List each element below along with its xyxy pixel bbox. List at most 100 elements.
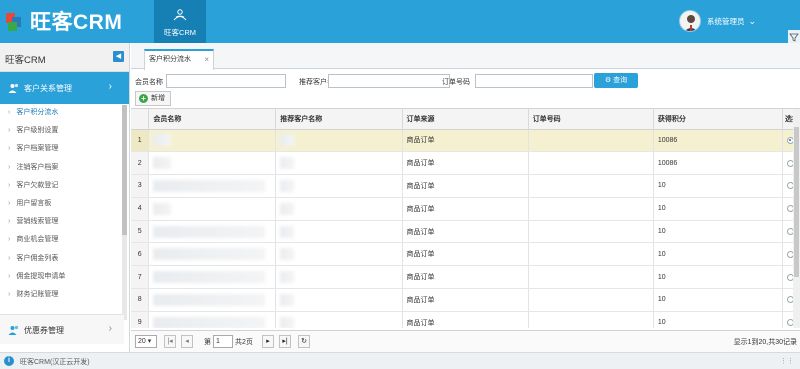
filter-icon[interactable]	[788, 30, 800, 43]
redacted-text	[280, 271, 295, 284]
page-size-value: 20	[138, 338, 146, 345]
sidebar-item-points-flow[interactable]: › 客户积分流水	[0, 104, 124, 122]
column-header[interactable]: 获得积分	[653, 109, 783, 130]
table-row[interactable]: 1 商品订单 10086	[131, 129, 800, 153]
sidebar-item-message-board[interactable]: › 用户留言板	[0, 195, 124, 213]
points-cell: 10	[653, 197, 783, 221]
filter-bar: 会员名称 推荐客户名称 订单号码 ⚙ 查询	[131, 73, 800, 91]
bullet-icon: ›	[8, 290, 11, 298]
tab-points-flow[interactable]: 客户积分流水 ×	[144, 49, 214, 70]
bullet-icon: ›	[8, 181, 11, 189]
points-cell: 10	[653, 265, 783, 290]
sidebar-group-customer[interactable]: 客户关系管理 ›	[0, 72, 129, 104]
prev-page-button[interactable]: ◂	[181, 335, 193, 348]
table-row[interactable]: 2 商品订单 10086	[131, 151, 800, 176]
grid-scrollbar[interactable]	[793, 109, 800, 328]
order-no-label: 订单号码	[442, 79, 470, 86]
top-header: 旺客CRM 旺客CRM 系统管理员 ⌄	[0, 0, 800, 43]
source-cell: 商品订单	[402, 174, 529, 198]
redacted-text	[153, 248, 266, 261]
points-cell: 10	[653, 288, 783, 312]
sidebar-item-label: 注销客户档案	[16, 163, 59, 171]
collapse-sidebar-button[interactable]: ◀	[113, 51, 124, 62]
sidebar-item-withdrawal-requests[interactable]: › 佣金提现申请单	[0, 268, 124, 286]
table-row[interactable]: 6 商品订单 10	[131, 242, 800, 267]
sidebar-item-commission-list[interactable]: › 客户佣金列表	[0, 250, 124, 268]
referrer-cell	[275, 129, 403, 153]
sidebar-item-accounting[interactable]: › 财务记账管理	[0, 286, 124, 304]
column-header[interactable]: 推荐客户名称	[275, 109, 403, 130]
scrollbar-thumb[interactable]	[794, 127, 799, 277]
order-no-cell	[528, 174, 654, 198]
sidebar-item-level-settings[interactable]: › 客户级别设置	[0, 122, 124, 140]
next-page-button[interactable]: ▸	[262, 335, 274, 348]
refresh-icon[interactable]: ↻	[298, 335, 310, 348]
sidebar-item-customer-files[interactable]: › 客户档案管理	[0, 140, 124, 158]
bullet-icon: ›	[8, 218, 11, 226]
page-prefix: 第	[204, 339, 211, 346]
add-icon: +	[139, 94, 148, 103]
status-bar: i 旺客CRM(汉正云开发) ⋮⋮	[0, 352, 800, 369]
table-row[interactable]: 7 商品订单 10	[131, 265, 800, 290]
logo-text: 旺客CRM	[30, 11, 123, 34]
referrer-cell	[275, 265, 403, 290]
redacted-text	[153, 134, 172, 147]
table-row[interactable]: 9 商品订单 10	[131, 311, 800, 328]
table-row[interactable]: 8 商品订单 10	[131, 288, 800, 312]
column-header[interactable]: 订单来源	[402, 109, 529, 130]
member-name-cell	[148, 174, 277, 198]
order-no-cell	[528, 311, 654, 328]
resize-grip-icon[interactable]: ⋮⋮	[780, 357, 794, 365]
column-header[interactable]: 订单号码	[528, 109, 654, 130]
order-no-input[interactable]	[475, 74, 593, 88]
row-number: 9	[131, 311, 150, 328]
redacted-text	[280, 134, 295, 147]
add-button[interactable]: + 新增	[135, 91, 171, 106]
sidebar-group-label: 客户关系管理	[24, 84, 72, 93]
sidebar-item-cancelled-files[interactable]: › 注销客户档案	[0, 159, 124, 177]
bullet-icon: ›	[8, 272, 11, 280]
referrer-input[interactable]	[328, 74, 450, 88]
bullet-icon: ›	[8, 145, 11, 153]
table-row[interactable]: 3 商品订单 10	[131, 174, 800, 198]
scrollbar-thumb[interactable]	[122, 105, 127, 235]
member-name-input[interactable]	[166, 74, 286, 88]
bullet-icon: ›	[8, 109, 11, 116]
sidebar-scrollbar[interactable]	[122, 105, 127, 320]
sidebar-item-opportunities[interactable]: › 商业机会管理	[0, 231, 124, 249]
user-menu[interactable]: 系统管理员 ⌄	[678, 10, 756, 32]
first-page-button[interactable]: |◂	[164, 335, 176, 348]
table-header-row: 会员名称 推荐客户名称 订单来源 订单号码 获得积分 选择	[131, 109, 800, 130]
page-number-input[interactable]: 1	[213, 335, 233, 348]
footer-text: 旺客CRM(汉正云开发)	[20, 359, 90, 366]
order-no-cell	[528, 242, 654, 267]
table-row[interactable]: 4 商品订单 10	[131, 197, 800, 221]
sidebar-item-sales-leads[interactable]: › 营销线索管理	[0, 213, 124, 231]
order-no-cell	[528, 265, 654, 290]
nav-tab-crm[interactable]: 旺客CRM	[154, 0, 206, 43]
source-cell: 商品订单	[402, 288, 529, 312]
sidebar-item-label: 营销线索管理	[16, 218, 59, 226]
points-cell: 10086	[653, 129, 783, 153]
sidebar-group-coupons[interactable]: 优惠券管理 ›	[0, 314, 124, 344]
sidebar-item-label: 客户级别设置	[16, 127, 59, 135]
bullet-icon: ›	[8, 163, 11, 171]
table-row[interactable]: 5 商品订单 10	[131, 220, 800, 244]
points-cell: 10	[653, 220, 783, 244]
redacted-text	[280, 293, 295, 306]
row-number: 7	[131, 265, 150, 290]
page-size-select[interactable]: 20 ▾	[135, 335, 157, 348]
row-number: 8	[131, 288, 150, 312]
close-icon[interactable]: ×	[204, 51, 209, 69]
pagination-info: 显示1到20,共30记录	[733, 339, 797, 346]
row-number: 2	[131, 151, 150, 176]
bullet-icon: ›	[8, 127, 11, 135]
sidebar-menu: › 客户积分流水 › 客户级别设置 › 客户档案管理 › 注销客户档案 › 客户欠款登记 …	[0, 104, 124, 304]
member-name-cell	[148, 242, 277, 267]
sidebar-item-debt-registration[interactable]: › 客户欠款登记	[0, 177, 124, 195]
search-button[interactable]: ⚙ 查询	[594, 73, 638, 88]
app-logo[interactable]: 旺客CRM	[4, 6, 122, 36]
points-cell: 10	[653, 311, 783, 328]
last-page-button[interactable]: ▸|	[279, 335, 291, 348]
column-header[interactable]: 会员名称	[148, 109, 277, 130]
